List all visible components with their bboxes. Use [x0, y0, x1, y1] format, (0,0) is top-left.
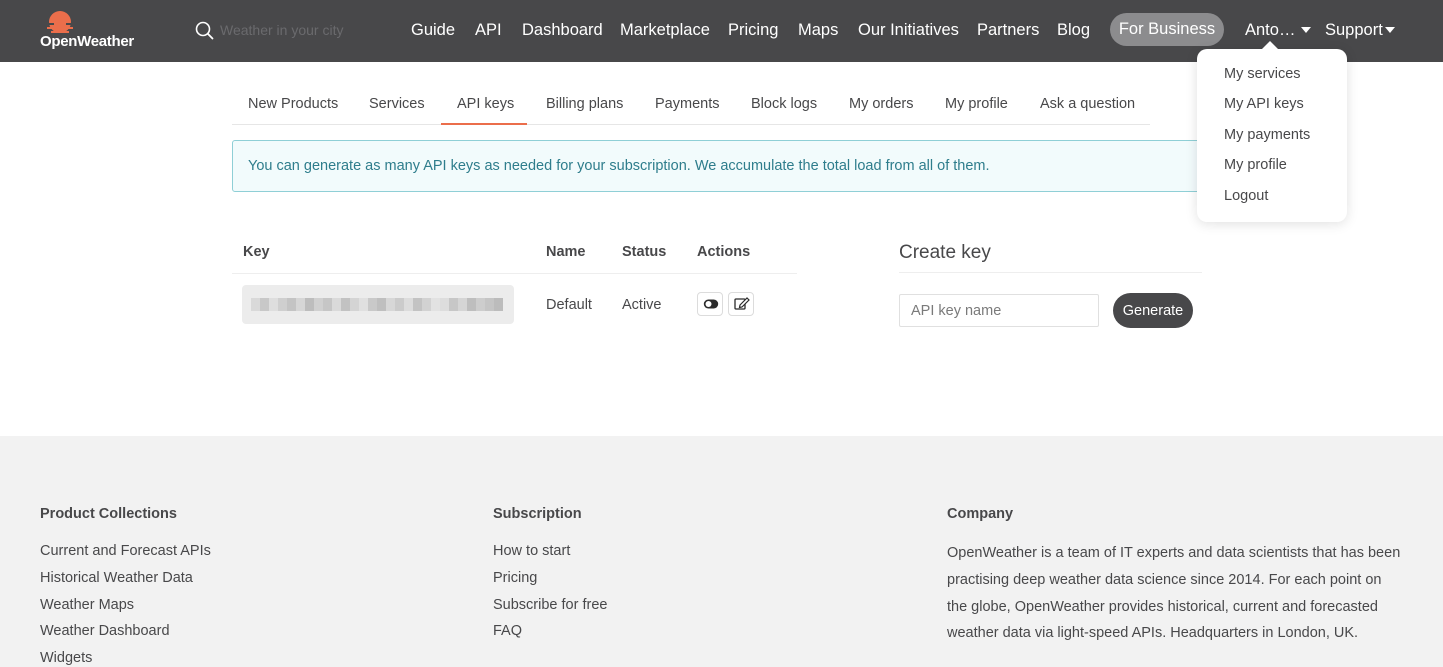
column-header-actions: Actions	[697, 244, 751, 260]
tab-payments[interactable]: Payments	[655, 96, 719, 112]
menu-logout[interactable]: Logout	[1224, 188, 1268, 204]
footer-link-pricing[interactable]: Pricing	[493, 570, 537, 586]
menu-my-payments[interactable]: My payments	[1224, 127, 1310, 143]
create-key-title: Create key	[899, 242, 991, 263]
edit-icon	[734, 297, 750, 310]
openweather-logo[interactable]: OpenWeather	[38, 8, 138, 54]
nav-partners[interactable]: Partners	[977, 20, 1039, 40]
redacted-key-pixels	[251, 298, 503, 311]
footer-link-how-to-start[interactable]: How to start	[493, 543, 570, 559]
column-header-status: Status	[622, 244, 667, 260]
table-divider	[232, 273, 797, 274]
key-name-cell: Default	[546, 297, 592, 313]
nav-blog[interactable]: Blog	[1057, 20, 1090, 40]
info-alert: You can generate as many API keys as nee…	[232, 140, 1207, 192]
tab-api-keys[interactable]: API keys	[457, 96, 514, 112]
nav-dashboard[interactable]: Dashboard	[522, 20, 603, 40]
create-key-divider	[899, 272, 1202, 273]
column-header-key: Key	[243, 244, 270, 260]
support-label: Support	[1325, 21, 1383, 39]
nav-user-menu[interactable]: Anto…	[1245, 20, 1312, 40]
footer-link-historical-data[interactable]: Historical Weather Data	[40, 570, 193, 586]
api-key-value-redacted[interactable]	[242, 285, 514, 324]
alert-message: You can generate as many API keys as nee…	[248, 158, 990, 174]
search-icon[interactable]	[195, 21, 214, 40]
nav-guide[interactable]: Guide	[411, 20, 455, 40]
footer-heading-subscription: Subscription	[493, 506, 582, 522]
site-footer: Product Collections Current and Forecast…	[0, 436, 1443, 667]
nav-marketplace[interactable]: Marketplace	[620, 20, 710, 40]
generate-key-button[interactable]: Generate	[1113, 293, 1193, 328]
dropdown-pointer	[1261, 41, 1279, 50]
footer-link-weather-maps[interactable]: Weather Maps	[40, 597, 134, 613]
city-search-input[interactable]	[220, 20, 390, 40]
edit-key-button[interactable]	[728, 292, 754, 316]
tab-services[interactable]: Services	[369, 96, 425, 112]
menu-my-services[interactable]: My services	[1224, 66, 1301, 82]
tab-ask-a-question[interactable]: Ask a question	[1040, 96, 1135, 112]
menu-my-profile[interactable]: My profile	[1224, 157, 1287, 173]
footer-link-widgets[interactable]: Widgets	[40, 650, 92, 666]
nav-for-business-button[interactable]: For Business	[1110, 13, 1224, 46]
tab-my-orders[interactable]: My orders	[849, 96, 913, 112]
tab-block-logs[interactable]: Block logs	[751, 96, 817, 112]
footer-link-faq[interactable]: FAQ	[493, 623, 522, 639]
tab-new-products[interactable]: New Products	[248, 96, 338, 112]
tab-my-profile[interactable]: My profile	[945, 96, 1008, 112]
active-tab-indicator	[441, 123, 527, 125]
company-description: OpenWeather is a team of IT experts and …	[947, 545, 1401, 642]
city-search	[195, 18, 395, 44]
nav-our-initiatives[interactable]: Our Initiatives	[858, 20, 959, 40]
footer-heading-company: Company	[947, 506, 1014, 522]
account-tabs: New Products Services API keys Billing p…	[232, 86, 1150, 125]
chevron-down-icon	[1384, 27, 1395, 33]
nav-api[interactable]: API	[475, 20, 502, 40]
chevron-down-icon	[1301, 27, 1312, 33]
column-header-name: Name	[546, 244, 586, 260]
footer-link-current-forecast[interactable]: Current and Forecast APIs	[40, 543, 211, 559]
nav-pricing[interactable]: Pricing	[728, 20, 778, 40]
footer-heading-products: Product Collections	[40, 506, 177, 522]
footer-link-weather-dashboard[interactable]: Weather Dashboard	[40, 623, 170, 639]
tab-billing-plans[interactable]: Billing plans	[546, 96, 623, 112]
api-key-name-input[interactable]	[899, 294, 1099, 327]
footer-link-subscribe-free[interactable]: Subscribe for free	[493, 597, 607, 613]
key-status-cell: Active	[622, 297, 662, 313]
nav-support[interactable]: Support	[1325, 20, 1395, 40]
user-name: Anto…	[1245, 21, 1296, 39]
logo-text: OpenWeather	[40, 33, 134, 50]
menu-my-api-keys[interactable]: My API keys	[1224, 96, 1304, 112]
toggle-icon	[703, 299, 719, 309]
user-dropdown-menu: My services My API keys My payments My p…	[1197, 41, 1347, 222]
toggle-key-button[interactable]	[697, 292, 723, 316]
nav-maps[interactable]: Maps	[798, 20, 838, 40]
